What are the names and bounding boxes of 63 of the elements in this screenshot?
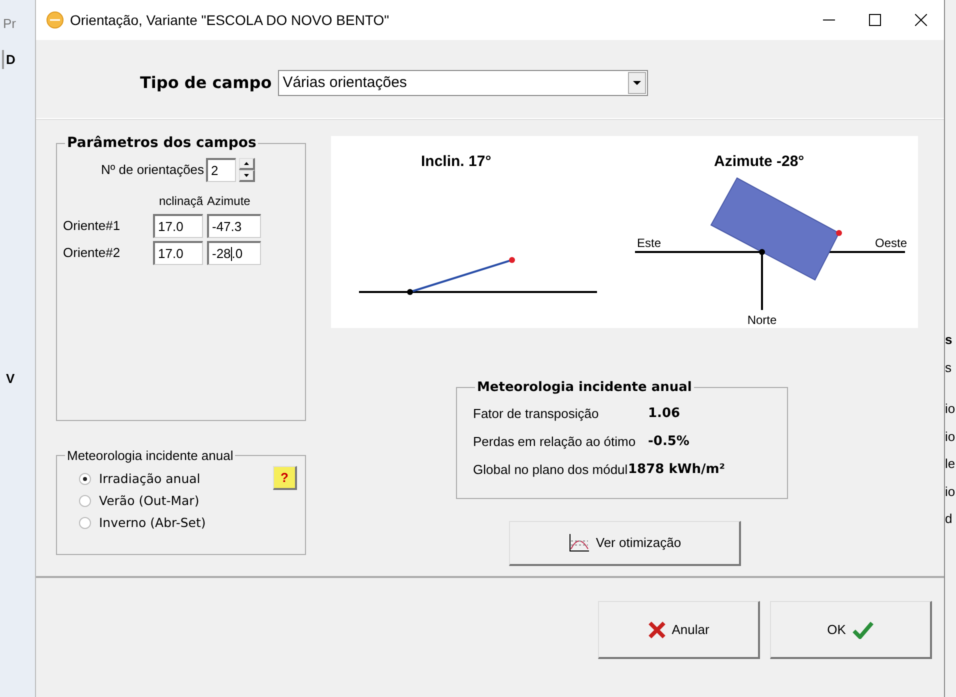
radio-button[interactable]: [79, 473, 91, 485]
sun-marker: [509, 257, 515, 263]
column-header: nclinaçã: [158, 193, 203, 210]
group-title: Meteorologia incidente anual: [476, 381, 693, 394]
azimuth-field[interactable]: -47.3: [207, 214, 261, 238]
background-text: D: [2, 50, 16, 69]
cross-icon: [648, 620, 666, 638]
radio-button[interactable]: [79, 517, 91, 529]
result-label: Perdas em relação ao ótimo: [473, 433, 637, 452]
app-icon: [46, 11, 64, 29]
background-text: V: [6, 370, 15, 388]
background-text: s: [945, 358, 952, 376]
column-header: Azimute: [207, 193, 252, 210]
option-label: Inverno (Abr-Set): [99, 514, 206, 532]
background-text: io: [945, 428, 956, 446]
window-title: Orientação, Variante "ESCOLA DO NOVO BENTO": [70, 10, 390, 30]
field-type-dropdown[interactable]: Várias orientações: [278, 70, 648, 96]
tilt-title: Inclin. 17°: [421, 153, 492, 170]
orientation-count-label: Nº de orientações: [101, 161, 204, 180]
option-label: Verão (Out-Mar): [99, 492, 200, 510]
west-label: Oeste: [874, 236, 907, 250]
orientation-count-field[interactable]: 2: [206, 158, 236, 182]
row-label: Oriente#2: [63, 244, 122, 262]
pivot-dot: [759, 249, 765, 255]
dropdown-arrow-icon: [632, 81, 641, 85]
group-title: Meteorologia incidente anual: [66, 449, 234, 462]
tilt-field[interactable]: 17.0: [153, 241, 203, 265]
background-text: d: [945, 510, 952, 528]
field-type-label: Tipo de campo: [140, 72, 272, 94]
spin-down-button[interactable]: [239, 170, 256, 182]
row-label: Oriente#1: [63, 217, 122, 236]
close-icon[interactable]: [915, 14, 927, 26]
result-label: Global no plano dos módul: [473, 461, 628, 480]
azimuth-field[interactable]: -28.0: [207, 241, 261, 265]
option-label: Irradiação anual: [99, 470, 200, 488]
result-label: Fator de transposição: [473, 405, 600, 424]
result-value: 1.06: [648, 405, 680, 424]
view-optimization-button[interactable]: Ver otimização: [509, 521, 741, 566]
east-label: Este: [637, 236, 662, 250]
up-arrow-icon: [244, 162, 250, 165]
radio-button[interactable]: [79, 495, 91, 507]
north-axis: [761, 252, 763, 310]
help-button[interactable]: ?: [273, 466, 297, 490]
background-text: Pr: [2, 15, 16, 33]
group-title: Parâmetros dos campos: [66, 136, 258, 150]
background-text: io: [945, 400, 956, 418]
background-text: io: [945, 482, 956, 500]
sun-marker: [836, 230, 842, 236]
cancel-button[interactable]: Anular: [598, 601, 760, 659]
north-label: Norte: [747, 313, 777, 327]
pivot-dot: [407, 289, 413, 295]
background-text: s: [945, 331, 952, 349]
checkmark-icon: [852, 620, 874, 638]
chart-icon: [568, 533, 590, 553]
background-text: le: [945, 455, 956, 473]
spin-up-button[interactable]: [239, 158, 256, 170]
maximize-icon[interactable]: [869, 14, 881, 26]
tilt-field[interactable]: 17.0: [153, 214, 203, 238]
azimuth-title: Azimute -28°: [714, 153, 804, 170]
result-value: 1878 kWh/m²: [628, 461, 725, 480]
down-arrow-icon: [244, 174, 250, 177]
result-value: -0.5%: [648, 433, 690, 452]
ok-button[interactable]: OK: [770, 601, 932, 659]
